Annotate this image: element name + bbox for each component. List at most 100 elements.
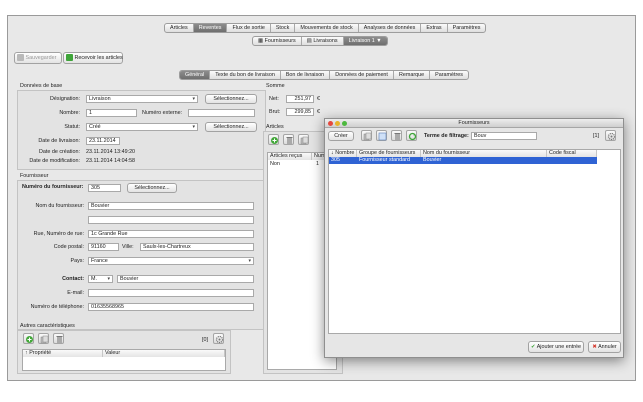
articles-delete-button[interactable] <box>283 134 294 145</box>
trash-icon <box>394 133 401 140</box>
tab-mouvements-de-stock[interactable]: Mouvements de stock <box>295 24 359 32</box>
zip-label: Code postal: <box>53 244 84 250</box>
column-header-groupe[interactable]: Groupe de fournisseurs <box>357 150 421 157</box>
supplier-title: Fournisseur <box>20 173 49 179</box>
receive-articles-button[interactable]: Recevoir les articles <box>63 52 123 64</box>
column-header-property[interactable]: ↑ Propriété <box>23 350 103 357</box>
other-settings-button[interactable] <box>213 333 224 344</box>
street-input[interactable]: 1c Grande Rue <box>88 230 254 238</box>
minimize-icon[interactable] <box>335 121 340 126</box>
tab-general[interactable]: Général <box>180 71 211 79</box>
tab-bon-livraison[interactable]: Bon de livraison <box>281 71 331 79</box>
contact-name-input[interactable]: Bouvier <box>117 275 254 283</box>
designation-select[interactable]: Livraison <box>86 95 198 103</box>
dialog-titlebar[interactable]: Fournisseurs <box>325 119 623 128</box>
supplier-select-button[interactable]: Sélectionnez... <box>127 183 177 193</box>
tab-analyses-de-donnees[interactable]: Analyses de données <box>359 24 422 32</box>
modification-date-label: Date de modification: <box>29 158 80 164</box>
maximize-icon[interactable] <box>342 121 347 126</box>
email-input[interactable] <box>88 289 254 297</box>
tab-reventes[interactable]: Reventes <box>193 24 228 32</box>
add-entry-button[interactable]: ✔ Ajouter une entrée <box>528 341 584 353</box>
dialog-delete-button[interactable] <box>391 130 402 141</box>
gross-label: Brut: <box>269 109 281 115</box>
tab-articles[interactable]: Articles <box>165 24 194 32</box>
save-button[interactable]: Sauvegarder <box>14 52 62 64</box>
tab-extras[interactable]: Extras <box>421 24 448 32</box>
column-header-code-fiscal[interactable]: Code fiscal <box>547 150 597 157</box>
modification-date-value: 23.11.2014 14:04:58 <box>86 158 136 164</box>
filter-input[interactable]: Bouv <box>471 132 537 140</box>
tab-texte-bon-livraison[interactable]: Texte du bon de livraison <box>210 71 281 79</box>
suppliers-dialog: Fournisseurs Créer Terme de filtrage: Bo… <box>324 118 624 358</box>
other-table[interactable]: ↑ Propriété Valeur <box>22 349 226 371</box>
dialog-refresh-button[interactable] <box>406 130 417 141</box>
receive-icon <box>66 54 73 62</box>
status-label: Statut: <box>64 124 80 130</box>
add-icon <box>26 336 33 343</box>
dialog-settings-button[interactable] <box>605 130 616 141</box>
external-number-input[interactable] <box>188 109 255 117</box>
close-icon[interactable] <box>328 121 333 126</box>
city-input[interactable]: Saulx-les-Chartreux <box>140 243 254 251</box>
dialog-copy-button[interactable] <box>361 130 372 141</box>
supplier-name-input[interactable]: Bouvier <box>88 202 254 210</box>
settings-icon <box>607 132 616 141</box>
tab-stock[interactable]: Stock <box>271 24 296 32</box>
dialog-title: Fournisseurs <box>458 120 490 126</box>
contact-salutation-select[interactable]: M. <box>88 275 113 283</box>
tab-remarque[interactable]: Remarque <box>394 71 431 79</box>
column-header-received[interactable]: Articles reçus <box>268 153 312 160</box>
article-number-cell[interactable]: 1 <box>316 160 319 168</box>
row-group-cell: Fournisseur standard <box>359 157 410 163</box>
basic-data-title: Données de base <box>20 83 63 89</box>
other-copy-button[interactable] <box>38 333 49 344</box>
delivery-date-input[interactable]: 23.11.2014 <box>86 137 120 145</box>
city-label: Ville: <box>122 244 134 250</box>
cancel-button[interactable]: ✖ Annuler <box>588 341 621 353</box>
tab-fournisseurs[interactable]: ▦ Fournisseurs <box>253 37 302 45</box>
gross-value: 299,85 <box>286 108 314 116</box>
articles-copy-button[interactable] <box>298 134 309 145</box>
supplier-number-input[interactable]: 305 <box>88 184 121 192</box>
creation-date-label: Date de création: <box>38 149 80 155</box>
tab-flux-de-sortie[interactable]: Flux de sortie <box>227 24 271 32</box>
article-received-cell[interactable]: Non <box>270 160 280 168</box>
tab-parametres[interactable]: Paramètres <box>448 24 486 32</box>
other-add-button[interactable] <box>23 333 34 344</box>
add-icon <box>271 137 278 144</box>
create-button[interactable]: Créer <box>328 131 354 141</box>
tab-donnees-paiement[interactable]: Données de paiement <box>330 71 394 79</box>
status-select[interactable]: Créé <box>86 123 198 131</box>
other-delete-button[interactable] <box>53 333 64 344</box>
street-label: Rue, Numéro de rue: <box>33 231 84 237</box>
table-row[interactable]: 305 Fournisseur standard Bouvier <box>329 157 597 164</box>
delivery-date-label: Date de livraison: <box>38 138 80 144</box>
dialog-duplicate-button[interactable] <box>376 130 387 141</box>
tab-livraison-1[interactable]: Livraison 1 ▼ <box>343 37 387 45</box>
designation-select-button[interactable]: Sélectionnez... <box>205 94 257 104</box>
status-select-button[interactable]: Sélectionnez... <box>205 122 257 132</box>
phone-input[interactable]: 01635568965 <box>88 303 254 311</box>
country-select[interactable]: France <box>88 257 254 265</box>
other-count: [0] <box>202 337 208 343</box>
zip-input[interactable]: 91160 <box>88 243 119 251</box>
tab-section-parametres[interactable]: Paramètres <box>430 71 468 79</box>
settings-icon <box>215 335 224 344</box>
trash-icon <box>56 336 63 343</box>
number-label: Nombre: <box>59 110 80 116</box>
gross-currency: € <box>317 109 320 115</box>
external-number-label: Numéro externe: <box>142 110 183 116</box>
column-header-nom[interactable]: Nom du fournisseur <box>421 150 547 157</box>
copy-icon <box>40 335 49 344</box>
tab-livraisons[interactable]: ▤ Livraisons <box>302 37 344 45</box>
column-header-nombre[interactable]: ↓ Nombre <box>329 150 357 157</box>
number-input[interactable]: 1 <box>86 109 137 117</box>
column-header-value[interactable]: Valeur <box>103 350 225 357</box>
suppliers-table[interactable]: ↓ Nombre Groupe de fournisseurs Nom du f… <box>328 149 621 334</box>
articles-add-button[interactable] <box>268 134 279 145</box>
copy-icon <box>363 132 372 141</box>
supplier-name2-input[interactable] <box>88 216 254 224</box>
chevron-down-icon[interactable]: ▼ <box>375 38 381 44</box>
sub-tabs: ▦ Fournisseurs ▤ Livraisons Livraison 1 … <box>252 36 388 46</box>
